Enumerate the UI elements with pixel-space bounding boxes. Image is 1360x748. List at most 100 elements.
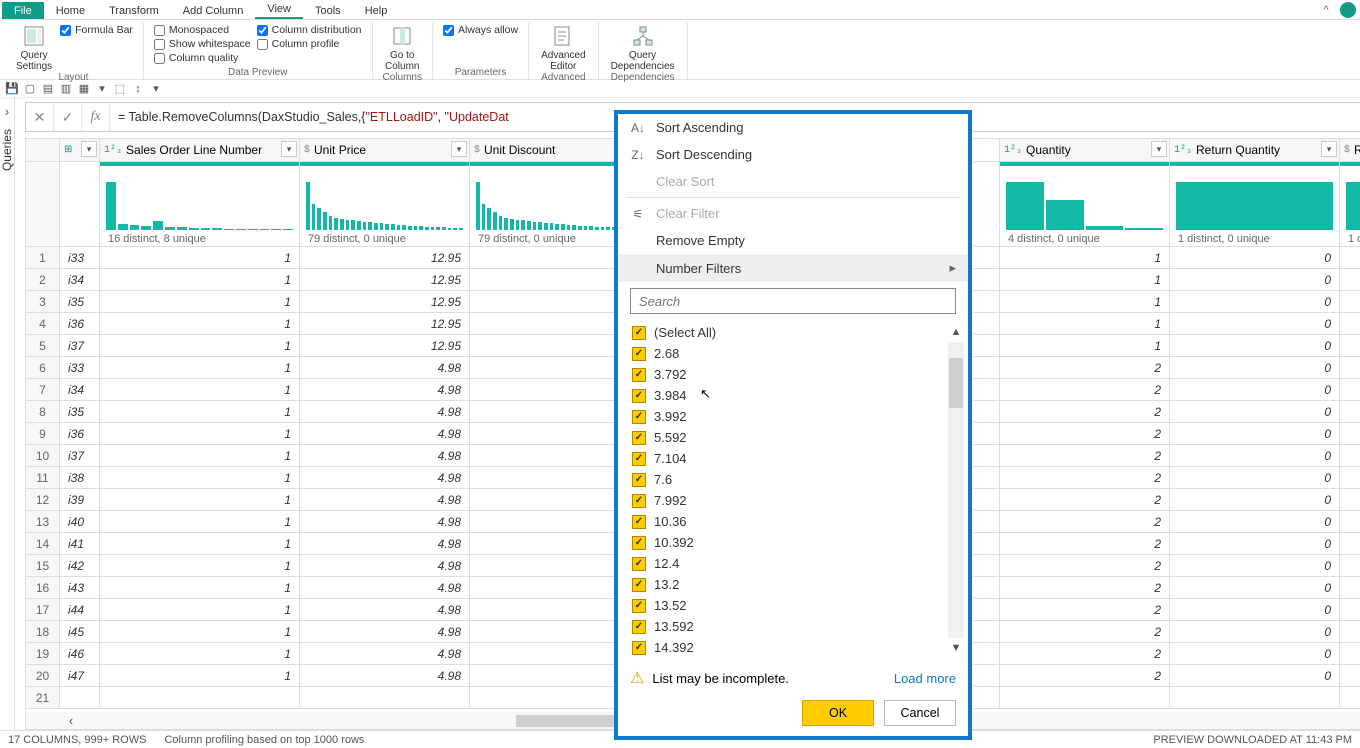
checkbox-icon[interactable]: ✓: [632, 389, 646, 403]
tab-transform[interactable]: Transform: [97, 2, 171, 19]
datatype-icon[interactable]: 1²₃: [1004, 145, 1022, 156]
datatype-icon[interactable]: ⊞: [64, 144, 72, 156]
column-header[interactable]: 1²₃Return Quantity▾: [1170, 139, 1340, 162]
qat-icon[interactable]: ▥: [58, 81, 74, 97]
fx-icon[interactable]: fx: [82, 103, 110, 131]
filter-value-item[interactable]: ✓3.792: [630, 364, 948, 385]
scroll-down-icon[interactable]: ▼: [948, 638, 964, 658]
qat-icon[interactable]: ▢: [22, 81, 38, 97]
checkbox-icon[interactable]: ✓: [632, 557, 646, 571]
remove-empty[interactable]: Remove Empty: [618, 227, 968, 254]
datatype-icon[interactable]: $: [304, 145, 310, 156]
expand-queries-icon[interactable]: ›: [5, 104, 9, 119]
chk-monospaced[interactable]: Monospaced: [154, 24, 251, 36]
filter-list-scroll[interactable]: ▲ ▼: [948, 322, 964, 658]
tab-home[interactable]: Home: [44, 2, 97, 19]
chk-formula-bar[interactable]: Formula Bar: [60, 24, 133, 36]
scroll-left-icon[interactable]: ‹: [60, 713, 82, 728]
advanced-editor-button[interactable]: Advanced Editor: [539, 22, 587, 72]
datatype-icon[interactable]: $: [474, 145, 480, 156]
qat-icon[interactable]: ↕: [130, 81, 146, 97]
checkbox-icon[interactable]: ✓: [632, 641, 646, 655]
tab-help[interactable]: Help: [353, 2, 400, 19]
tab-tools[interactable]: Tools: [303, 2, 353, 19]
filter-search-input[interactable]: [630, 288, 956, 314]
checkbox-icon[interactable]: ✓: [632, 410, 646, 424]
filter-value-item[interactable]: ✓7.992: [630, 490, 948, 511]
ok-button[interactable]: OK: [802, 700, 874, 726]
checkbox-icon[interactable]: ✓: [632, 515, 646, 529]
column-header[interactable]: $Re▾: [1340, 139, 1360, 162]
column-header[interactable]: $Unit Price▾: [300, 139, 470, 162]
tab-addcolumn[interactable]: Add Column: [171, 2, 256, 19]
checkbox-icon[interactable]: ✓: [632, 452, 646, 466]
status-preview-time: PREVIEW DOWNLOADED AT 11:43 PM: [1153, 734, 1352, 746]
datatype-icon[interactable]: 1²₃: [104, 145, 122, 156]
scroll-up-icon[interactable]: ▲: [948, 322, 964, 342]
filter-value-item[interactable]: ✓13.52: [630, 595, 948, 616]
query-dependencies-button[interactable]: Query Dependencies: [609, 22, 677, 72]
checkbox-icon[interactable]: ✓: [632, 599, 646, 613]
filter-value-item[interactable]: ✓3.992: [630, 406, 948, 427]
qat-icon[interactable]: ▾: [94, 81, 110, 97]
filter-value-item[interactable]: ✓7.104: [630, 448, 948, 469]
chk-always-allow[interactable]: Always allow: [443, 24, 518, 36]
sort-descending[interactable]: Z↓Sort Descending: [618, 141, 968, 168]
filter-value-item[interactable]: ✓(Select All): [630, 322, 948, 343]
checkbox-icon[interactable]: ✓: [632, 620, 646, 634]
filter-value-item[interactable]: ✓10.36: [630, 511, 948, 532]
filter-value-item[interactable]: ✓10.392: [630, 532, 948, 553]
filter-value-item[interactable]: ✓14.392: [630, 637, 948, 658]
fx-expand-icon[interactable]: ⌄: [1353, 109, 1360, 126]
checkbox-icon[interactable]: ✓: [632, 536, 646, 550]
goto-column-button[interactable]: Go to Column: [383, 22, 421, 72]
group-label-dependencies: Dependencies: [611, 72, 675, 84]
fx-commit-icon[interactable]: ✓: [54, 103, 82, 131]
filter-value-item[interactable]: ✓13.2: [630, 574, 948, 595]
tab-file[interactable]: File: [2, 2, 44, 19]
cancel-button[interactable]: Cancel: [884, 700, 956, 726]
column-header[interactable]: ⊞▾: [60, 139, 100, 162]
filter-value-item[interactable]: ✓2.68: [630, 343, 948, 364]
checkbox-icon[interactable]: ✓: [632, 368, 646, 382]
column-header[interactable]: 1²₃Quantity▾: [1000, 139, 1170, 162]
queries-label[interactable]: Queries: [0, 129, 14, 171]
filter-value-item[interactable]: ✓7.6: [630, 469, 948, 490]
tab-view[interactable]: View: [255, 0, 303, 19]
filter-value-item[interactable]: ✓12.4: [630, 553, 948, 574]
load-more-link[interactable]: Load more: [894, 671, 956, 686]
incomplete-warning: ⚠ List may be incomplete. Load more: [618, 658, 968, 690]
collapse-ribbon-icon[interactable]: ^: [1318, 2, 1334, 18]
fx-cancel-icon[interactable]: ✕: [26, 103, 54, 131]
filter-value-item[interactable]: ✓3.984: [630, 385, 948, 406]
column-dropdown-icon[interactable]: ▾: [1321, 141, 1337, 157]
column-dropdown-icon[interactable]: ▾: [1151, 141, 1167, 157]
filter-value-item[interactable]: ✓13.592: [630, 616, 948, 637]
checkbox-icon[interactable]: ✓: [632, 473, 646, 487]
checkbox-icon[interactable]: ✓: [632, 431, 646, 445]
column-dropdown-icon[interactable]: ▾: [281, 141, 297, 157]
number-filters[interactable]: Number Filters▸: [618, 254, 968, 282]
column-dropdown-icon[interactable]: ▾: [81, 141, 97, 157]
chk-show-whitespace[interactable]: Show whitespace: [154, 38, 251, 50]
column-header[interactable]: 1²₃Sales Order Line Number▾: [100, 139, 300, 162]
checkbox-icon[interactable]: ✓: [632, 494, 646, 508]
help-icon[interactable]: ?: [1340, 2, 1356, 18]
checkbox-icon[interactable]: ✓: [632, 347, 646, 361]
chk-column-distribution[interactable]: Column distribution: [257, 24, 362, 36]
qat-icon[interactable]: ▤: [40, 81, 56, 97]
qat-icon[interactable]: ▦: [76, 81, 92, 97]
datatype-icon[interactable]: $: [1344, 145, 1350, 156]
chk-column-quality[interactable]: Column quality: [154, 52, 251, 64]
checkbox-icon[interactable]: ✓: [632, 578, 646, 592]
qat-save-icon[interactable]: 💾: [4, 81, 20, 97]
chk-column-profile[interactable]: Column profile: [257, 38, 362, 50]
filter-value-item[interactable]: ✓5.592: [630, 427, 948, 448]
qat-more-icon[interactable]: ▾: [148, 81, 164, 97]
query-settings-button[interactable]: Query Settings: [14, 22, 54, 72]
checkbox-icon[interactable]: ✓: [632, 326, 646, 340]
qat-icon[interactable]: ⬚: [112, 81, 128, 97]
datatype-icon[interactable]: 1²₃: [1174, 145, 1192, 156]
column-dropdown-icon[interactable]: ▾: [451, 141, 467, 157]
sort-ascending[interactable]: A↓Sort Ascending: [618, 114, 968, 141]
